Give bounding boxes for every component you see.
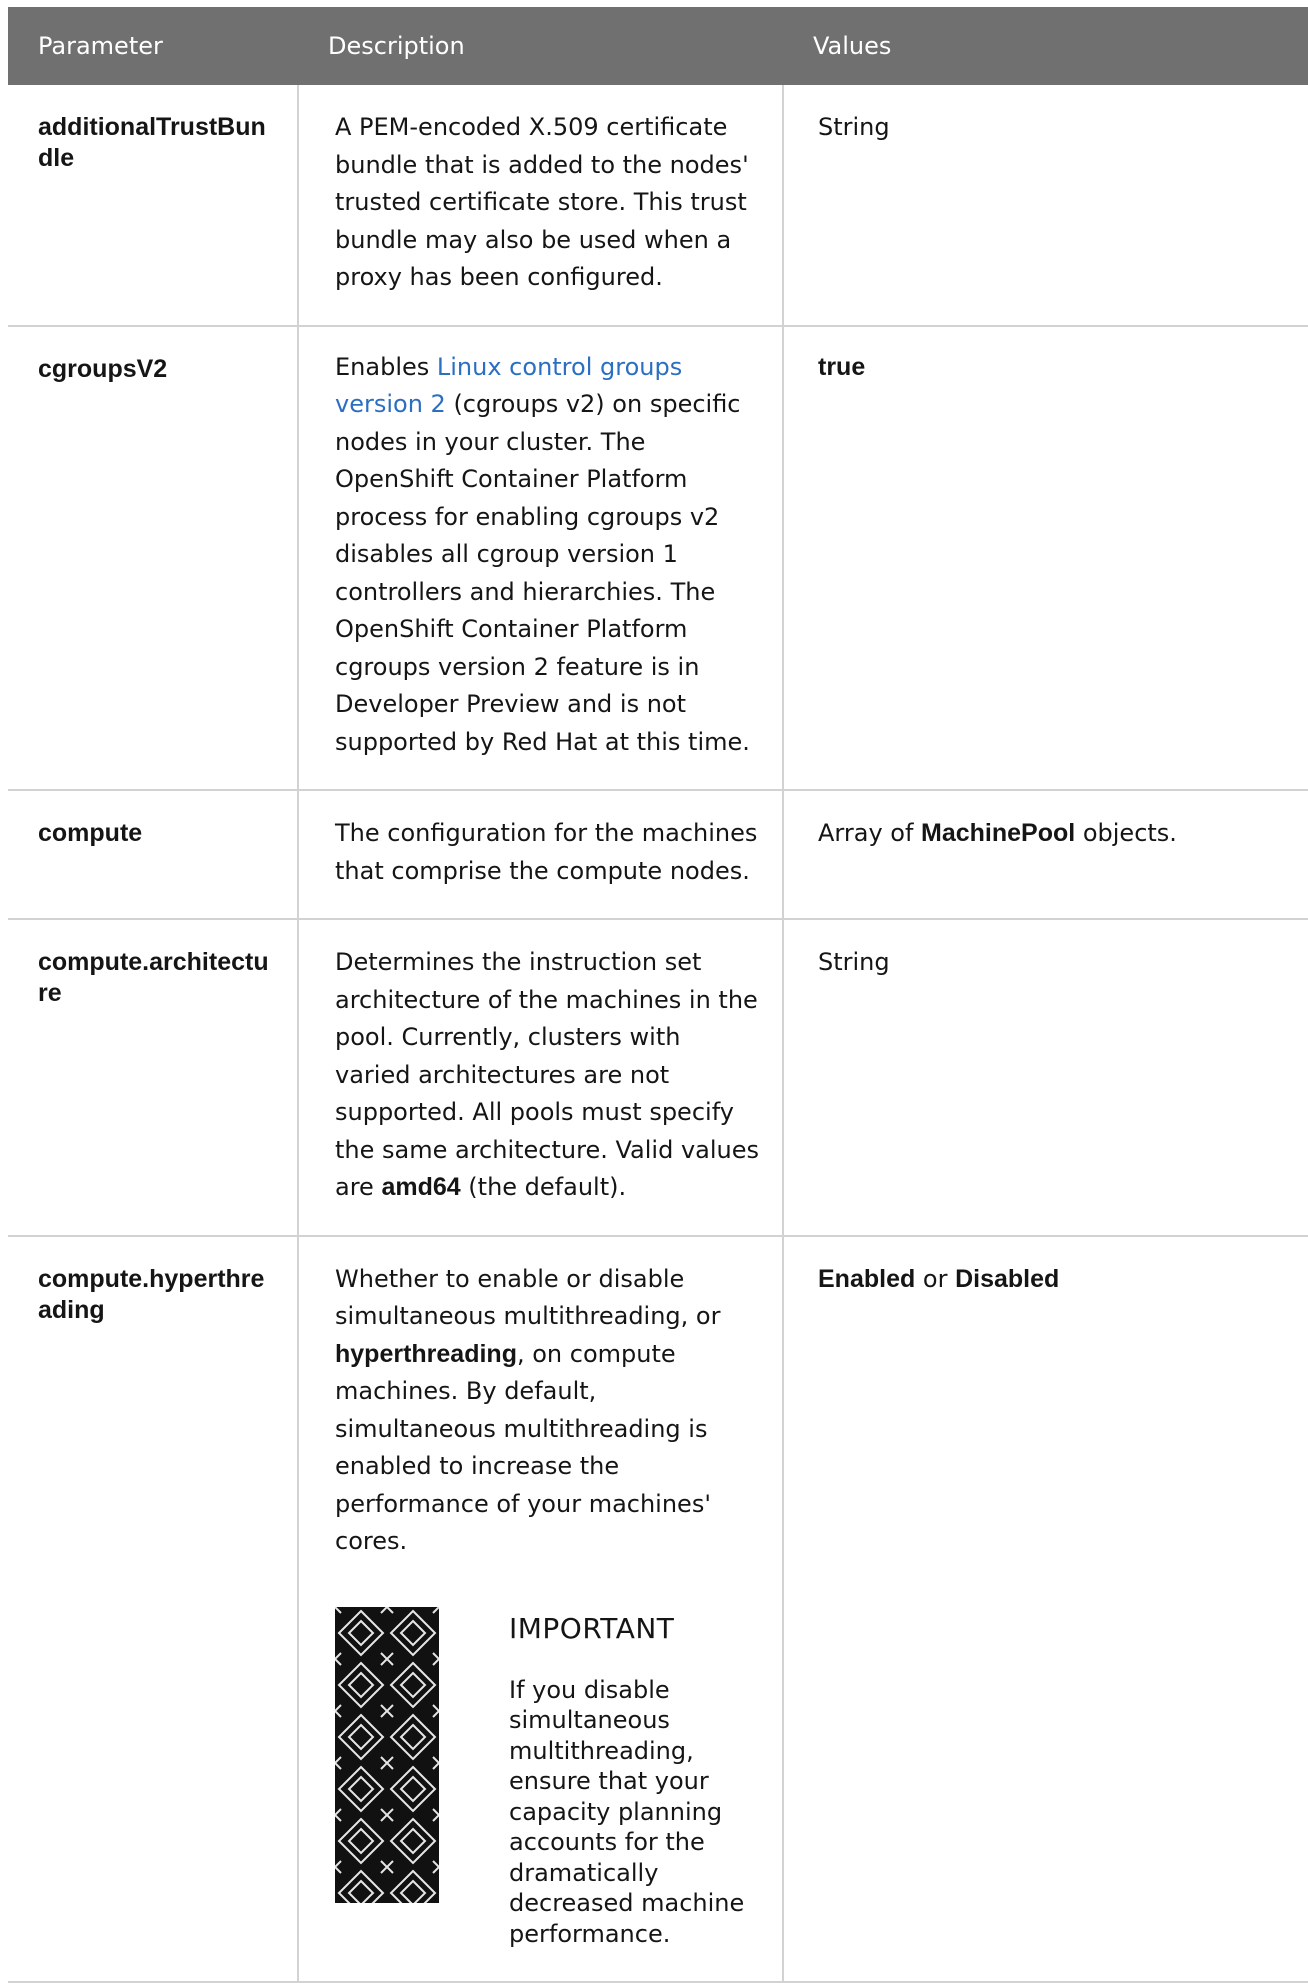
table-header: Parameter Description Values <box>8 7 1308 85</box>
parameter-values: true <box>782 325 1308 791</box>
value-enabled: Enabled <box>818 1264 916 1293</box>
description-text: Whether to enable or disable simultaneou… <box>335 1264 721 1331</box>
description-paragraph: Whether to enable or disable simultaneou… <box>335 1261 762 1561</box>
parameter-values: Array of MachinePool objects. <box>782 790 1308 920</box>
parameter-description: Determines the instruction set architect… <box>297 919 783 1237</box>
parameter-description: Enables Linux control groups version 2 (… <box>297 325 783 791</box>
term-hyperthreading: hyperthreading <box>335 1339 517 1368</box>
admonition-title: IMPORTANT <box>509 1611 675 1645</box>
header-description: Description <box>328 32 465 60</box>
value-text: Array of <box>818 819 922 847</box>
table-row: cgroupsV2 Enables Linux control groups v… <box>8 325 1308 791</box>
important-admonition: IMPORTANT If you disable simultaneous mu… <box>335 1606 762 1950</box>
table-row: compute.architecture Determines the inst… <box>8 919 1308 1237</box>
value-text: objects. <box>1075 819 1177 847</box>
description-text: (the default). <box>460 1173 627 1201</box>
value-or: or <box>915 1264 956 1293</box>
value-amd64: amd64 <box>381 1173 461 1201</box>
parameter-name: compute <box>8 790 298 920</box>
parameter-description: A PEM-encoded X.509 certificate bundle t… <box>297 85 783 327</box>
parameter-name: compute.architecture <box>8 919 298 1237</box>
parameter-values: Enabled or Disabled <box>782 1235 1308 1983</box>
table-row: additionalTrustBundle A PEM-encoded X.50… <box>8 85 1308 327</box>
parameter-description: Whether to enable or disable simultaneou… <box>297 1235 783 1983</box>
admonition-text: If you disable simultaneous multithreadi… <box>509 1675 745 1948</box>
parameter-description: The configuration for the machines that … <box>297 790 783 920</box>
value-machinepool: MachinePool <box>921 819 1076 847</box>
table-row: compute The configuration for the machin… <box>8 790 1308 920</box>
parameters-table: Parameter Description Values additionalT… <box>8 7 1308 1983</box>
value-true: true <box>818 352 866 381</box>
important-pattern-icon <box>335 1606 439 1903</box>
parameter-values: String <box>782 919 1308 1237</box>
header-row: Parameter Description Values <box>8 7 1308 85</box>
description-text: (cgroups v2) on specific nodes in your c… <box>335 390 750 756</box>
parameter-name: cgroupsV2 <box>8 325 298 791</box>
description-text: Enables <box>335 352 437 381</box>
parameter-values: String <box>782 85 1308 327</box>
admonition-body: IMPORTANT If you disable simultaneous mu… <box>509 1607 779 1950</box>
description-text: Determines the instruction set architect… <box>335 948 759 1201</box>
table-row: compute.hyperthreading Whether to enable… <box>8 1235 1308 1983</box>
parameter-name: compute.hyperthreading <box>8 1235 298 1983</box>
header-parameter: Parameter <box>38 32 163 60</box>
value-disabled: Disabled <box>955 1264 1060 1293</box>
header-values: Values <box>813 32 892 60</box>
parameter-name: additionalTrustBundle <box>8 85 298 327</box>
description-text: , on compute machines. By default, simul… <box>335 1339 711 1556</box>
